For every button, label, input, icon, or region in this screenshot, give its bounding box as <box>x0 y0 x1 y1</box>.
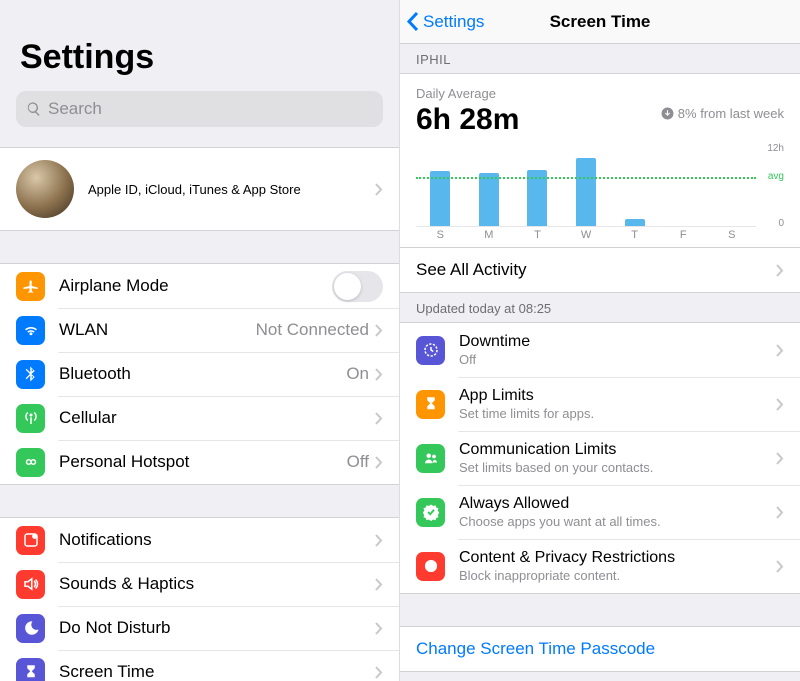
search-input[interactable]: Search <box>16 91 383 127</box>
chevron-right-icon <box>776 560 784 573</box>
settings-pane: Settings Search Apple ID, iCloud, iTunes… <box>0 0 400 681</box>
profile-label: Apple ID, iCloud, iTunes & App Store <box>88 182 375 197</box>
delta-label: 8% from last week <box>661 106 784 121</box>
row-label: App Limits <box>459 387 776 405</box>
nav-bar: Settings Screen Time <box>400 0 800 44</box>
airplane-mode-row[interactable]: Airplane Mode <box>0 264 399 308</box>
sounds-row[interactable]: Sounds & Haptics <box>0 562 399 606</box>
row-label: Change Screen Time Passcode <box>416 639 784 659</box>
hourglass-icon <box>416 390 445 419</box>
back-label: Settings <box>423 12 484 32</box>
see-all-group: See All Activity <box>400 248 800 293</box>
row-label: Downtime <box>459 333 776 351</box>
chevron-right-icon <box>776 506 784 519</box>
row-label: Always Allowed <box>459 495 776 513</box>
screen-time-row[interactable]: Screen Time <box>0 650 399 681</box>
row-label: Notifications <box>59 530 375 550</box>
bluetooth-row[interactable]: Bluetooth On <box>0 352 399 396</box>
down-arrow-icon <box>661 107 674 120</box>
bluetooth-icon <box>16 360 45 389</box>
daily-average-label: Daily Average <box>416 86 784 101</box>
app-limits-row[interactable]: App LimitsSet time limits for apps. <box>400 377 800 431</box>
row-sub: Block inappropriate content. <box>459 568 776 583</box>
search-placeholder: Search <box>48 99 102 119</box>
chevron-right-icon <box>375 622 383 635</box>
chevron-right-icon <box>375 183 383 196</box>
row-label: See All Activity <box>416 260 776 280</box>
row-label: Communication Limits <box>459 441 776 459</box>
y-bot: 0 <box>760 218 784 229</box>
row-label: Personal Hotspot <box>59 452 347 472</box>
profile-row[interactable]: Apple ID, iCloud, iTunes & App Store <box>0 147 399 231</box>
row-label: Screen Time <box>59 662 375 681</box>
avatar <box>16 160 74 218</box>
notifications-icon <box>16 526 45 555</box>
updated-label: Updated today at 08:25 <box>400 293 800 322</box>
airplane-icon <box>16 272 45 301</box>
passcode-group: Change Screen Time Passcode <box>400 626 800 672</box>
chevron-right-icon <box>375 578 383 591</box>
dnd-row[interactable]: Do Not Disturb <box>0 606 399 650</box>
chevron-right-icon <box>375 368 383 381</box>
content-restrictions-row[interactable]: Content & Privacy RestrictionsBlock inap… <box>400 539 800 593</box>
check-badge-icon <box>416 498 445 527</box>
chevron-right-icon <box>776 398 784 411</box>
hotspot-icon <box>16 448 45 477</box>
avg-label: avg <box>768 171 784 182</box>
wlan-row[interactable]: WLAN Not Connected <box>0 308 399 352</box>
cellular-row[interactable]: Cellular <box>0 396 399 440</box>
chevron-right-icon <box>776 264 784 277</box>
device-header: IPHIL <box>400 44 800 73</box>
page-title: Settings <box>0 0 399 87</box>
row-label: Cellular <box>59 408 375 428</box>
row-sub: Set time limits for apps. <box>459 406 776 421</box>
row-label: Airplane Mode <box>59 276 332 296</box>
chevron-right-icon <box>375 666 383 679</box>
row-label: Do Not Disturb <box>59 618 375 638</box>
screen-time-pane: Settings Screen Time IPHIL Daily Average… <box>400 0 800 681</box>
row-value: Not Connected <box>256 320 369 340</box>
chevron-right-icon <box>375 534 383 547</box>
chevron-right-icon <box>375 324 383 337</box>
row-sub: Set limits based on your contacts. <box>459 460 776 475</box>
stats-block: Daily Average 6h 28m 12h 0 avg SMTWTFS <box>400 73 800 248</box>
contacts-icon <box>416 444 445 473</box>
row-label: Sounds & Haptics <box>59 574 375 594</box>
chevron-left-icon <box>406 11 419 32</box>
see-all-activity-row[interactable]: See All Activity <box>400 248 800 292</box>
airplane-toggle[interactable] <box>332 271 383 302</box>
chevron-right-icon <box>776 452 784 465</box>
chevron-right-icon <box>375 412 383 425</box>
row-label: Content & Privacy Restrictions <box>459 549 776 567</box>
row-value: Off <box>347 452 369 472</box>
general-group: Notifications Sounds & Haptics Do Not Di… <box>0 517 399 681</box>
row-label: WLAN <box>59 320 256 340</box>
search-icon <box>26 101 42 117</box>
hotspot-row[interactable]: Personal Hotspot Off <box>0 440 399 484</box>
chevron-right-icon <box>375 456 383 469</box>
no-entry-icon <box>416 552 445 581</box>
hourglass-icon <box>16 658 45 681</box>
row-sub: Choose apps you want at all times. <box>459 514 776 529</box>
communication-limits-row[interactable]: Communication LimitsSet limits based on … <box>400 431 800 485</box>
always-allowed-row[interactable]: Always AllowedChoose apps you want at al… <box>400 485 800 539</box>
downtime-icon <box>416 336 445 365</box>
wifi-icon <box>16 316 45 345</box>
antenna-icon <box>16 404 45 433</box>
change-passcode-row[interactable]: Change Screen Time Passcode <box>400 627 800 671</box>
back-button[interactable]: Settings <box>400 11 484 32</box>
sound-icon <box>16 570 45 599</box>
downtime-row[interactable]: DowntimeOff <box>400 323 800 377</box>
chevron-right-icon <box>776 344 784 357</box>
row-sub: Off <box>459 352 776 367</box>
notifications-row[interactable]: Notifications <box>0 518 399 562</box>
y-top: 12h <box>760 143 784 154</box>
row-label: Bluetooth <box>59 364 346 384</box>
moon-icon <box>16 614 45 643</box>
limits-group: DowntimeOff App LimitsSet time limits fo… <box>400 322 800 594</box>
connectivity-group: Airplane Mode WLAN Not Connected Bluetoo… <box>0 263 399 485</box>
usage-chart: 12h 0 avg SMTWTFS <box>416 147 784 243</box>
row-value: On <box>346 364 369 384</box>
